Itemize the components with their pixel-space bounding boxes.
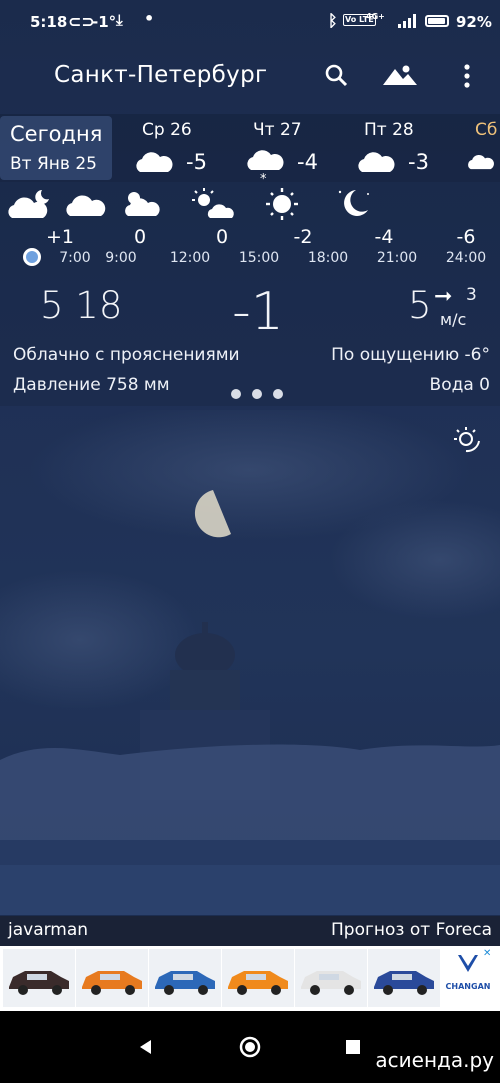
condition-text: Облачно с прояснениями xyxy=(13,345,240,365)
hour-temp: 0 xyxy=(133,226,147,248)
day-today[interactable]: Сегодня Вт Янв 25 xyxy=(0,116,112,180)
notification-dot-icon: • xyxy=(144,9,155,28)
day-label: Сб xyxy=(475,120,498,140)
feels-like: По ощущению -6° xyxy=(331,345,490,365)
search-icon[interactable] xyxy=(322,61,352,91)
water-temp: Вода 0 xyxy=(429,375,490,395)
navigation-bar xyxy=(0,1011,500,1083)
hour-temp: -4 xyxy=(374,226,394,248)
link-icon: ⊂⊃ xyxy=(68,12,95,31)
credits-bar: javarman Прогноз от Foreca xyxy=(0,916,500,946)
ad-banner[interactable]: CHANGAN ✕ xyxy=(0,946,500,1011)
cloud-icon xyxy=(358,152,395,172)
wind-speed: 5 xyxy=(408,284,432,327)
sun-cloud-icon xyxy=(192,188,234,218)
day-label: Ср 26 xyxy=(142,120,192,140)
hour-temp: +1 xyxy=(45,226,74,248)
wind-unit: м/с xyxy=(440,310,467,329)
back-icon[interactable] xyxy=(136,1037,156,1057)
recents-icon[interactable] xyxy=(344,1038,362,1056)
hour-time: 21:00 xyxy=(376,250,418,266)
forecast-provider[interactable]: Прогноз от Foreca xyxy=(331,920,492,940)
network-type: 4G+ xyxy=(366,12,385,21)
city-night-background xyxy=(0,410,500,915)
page-dots[interactable] xyxy=(231,384,294,403)
hour-time: 18:00 xyxy=(307,250,349,266)
hour-temp: -2 xyxy=(293,226,313,248)
cloud-icon xyxy=(66,195,106,216)
status-temp: -1° xyxy=(92,13,117,31)
bluetooth-icon: ᛒ xyxy=(328,11,338,30)
ad-brand[interactable]: CHANGAN xyxy=(442,952,494,1006)
moon-icon xyxy=(338,190,369,216)
more-vert-icon[interactable] xyxy=(452,61,482,91)
day-label: Пт 28 xyxy=(364,120,414,140)
status-time: 5:18 xyxy=(30,13,68,31)
hour-time: 24:00 xyxy=(445,250,487,266)
battery-percent: 92% xyxy=(456,13,492,31)
cloud-icon xyxy=(136,152,173,172)
hour-time: 15:00 xyxy=(238,250,280,266)
today-title: Сегодня xyxy=(10,122,103,146)
today-date: Вт Янв 25 xyxy=(10,154,97,174)
ad-car-image[interactable] xyxy=(3,949,75,1007)
status-bar: 5:18 ⊂⊃ -1° ⤓ • ᛒ Vo LTE 4G+ 92% xyxy=(0,0,500,44)
adchoices-icon[interactable]: ✕ xyxy=(483,948,491,959)
download-icon: ⤓ xyxy=(116,11,123,29)
cloud-icon xyxy=(468,155,494,170)
home-icon[interactable] xyxy=(238,1035,262,1059)
ad-brand-name: CHANGAN xyxy=(445,982,491,991)
day-temp: -3 xyxy=(408,150,429,174)
changan-logo-icon xyxy=(458,955,478,972)
city-title[interactable]: Санкт-Петербург xyxy=(54,62,267,88)
ad-car-image[interactable] xyxy=(295,949,367,1007)
signal-icon xyxy=(398,14,416,28)
hour-time: 9:00 xyxy=(105,250,137,266)
day-temp: -5 xyxy=(186,150,207,174)
photo-author[interactable]: javarman xyxy=(8,920,88,940)
day-label: Чт 27 xyxy=(253,120,302,140)
cloud-snow-icon: * xyxy=(247,150,284,184)
ad-car-image[interactable] xyxy=(76,949,148,1007)
landscape-icon[interactable] xyxy=(381,60,419,90)
sun-icon xyxy=(266,188,298,220)
ad-car-image[interactable] xyxy=(222,949,294,1007)
sun-cloud-icon xyxy=(125,192,160,216)
wind-arrow-icon: ➞ xyxy=(434,284,453,309)
day-temp: -4 xyxy=(297,150,318,174)
hour-time: 12:00 xyxy=(169,250,211,266)
pressure: Давление 758 мм xyxy=(13,375,170,395)
wind-gust: 3 xyxy=(466,285,477,305)
hour-temp: -6 xyxy=(456,226,476,248)
watermark: асиенда.ру xyxy=(375,1048,494,1072)
ad-car-image[interactable] xyxy=(149,949,221,1007)
moon-cloud-icon xyxy=(8,190,49,218)
hour-temp: 0 xyxy=(215,226,229,248)
current-time-indicator xyxy=(23,248,41,266)
current-time: 5 18 xyxy=(40,284,123,327)
battery-icon xyxy=(425,15,449,27)
ad-car-image[interactable] xyxy=(368,949,440,1007)
current-temperature: -1 xyxy=(232,282,284,342)
